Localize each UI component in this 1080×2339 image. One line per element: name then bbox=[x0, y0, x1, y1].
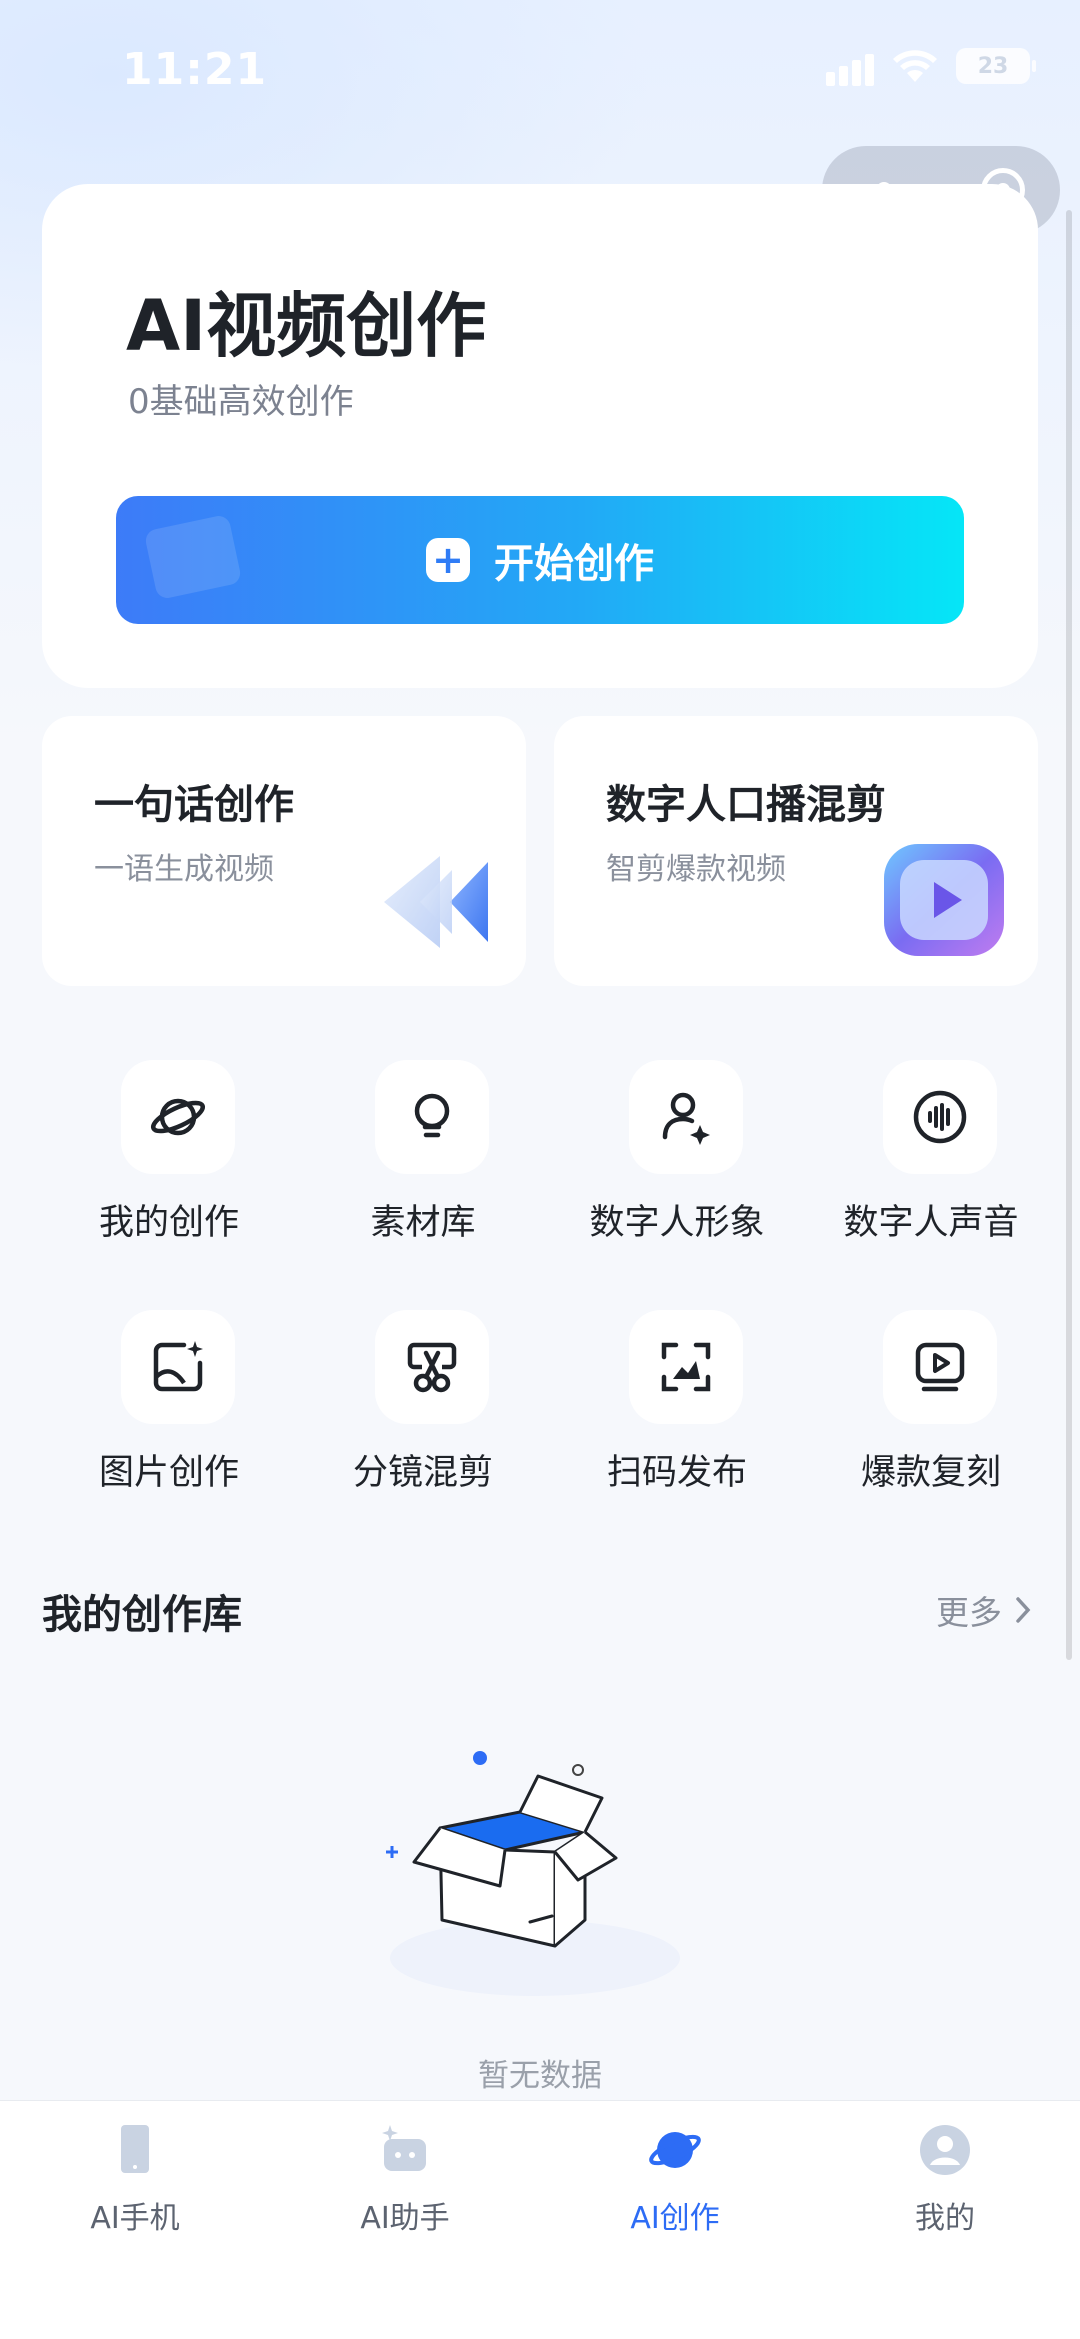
empty-state-text: 暂无数据 bbox=[478, 2058, 602, 2094]
grid-item-image-creation[interactable]: 图片创作 bbox=[42, 1310, 296, 1510]
more-link[interactable]: 更多 bbox=[936, 1586, 1032, 1634]
planet-icon bbox=[121, 1060, 235, 1174]
play-screen-icon bbox=[883, 1310, 997, 1424]
signal-icon bbox=[826, 46, 874, 86]
person-sparkle-icon bbox=[629, 1060, 743, 1174]
tab-label: AI助手 bbox=[360, 2201, 450, 2236]
feature-card-digital-human-mix[interactable]: 数字人口播混剪 智剪爆款视频 bbox=[554, 716, 1038, 986]
image-sparkle-icon bbox=[121, 1310, 235, 1424]
status-time: 11:21 bbox=[122, 44, 268, 95]
grid-item-my-creations[interactable]: 我的创作 bbox=[42, 1060, 296, 1260]
grid-item-digital-voice[interactable]: 数字人声音 bbox=[804, 1060, 1058, 1260]
video-camera-deco-icon bbox=[143, 513, 243, 601]
feature-title: 一句话创作 bbox=[94, 782, 294, 828]
status-bar: 11:21 23 bbox=[0, 0, 1080, 140]
tab-mine[interactable]: 我的 bbox=[810, 2119, 1080, 2239]
grid-item-label: 数字人声音 bbox=[843, 1203, 1019, 1243]
grid-item-label: 扫码发布 bbox=[606, 1453, 747, 1493]
creation-library-title: 我的创作库 bbox=[42, 1592, 242, 1638]
hero-subtitle: 0基础高效创作 bbox=[128, 382, 354, 422]
tab-ai-phone[interactable]: AI手机 bbox=[0, 2119, 270, 2239]
grid-item-label: 爆款复刻 bbox=[860, 1453, 1001, 1493]
feature-subtitle: 智剪爆款视频 bbox=[606, 852, 786, 887]
tab-ai-create[interactable]: AI创作 bbox=[540, 2119, 810, 2239]
bottom-tab-bar: AI手机 AI助手 AI创作 我的 bbox=[0, 2100, 1080, 2339]
chevron-right-icon bbox=[1016, 1597, 1031, 1623]
voice-wave-icon bbox=[883, 1060, 997, 1174]
grid-item-digital-avatar[interactable]: 数字人形象 bbox=[550, 1060, 804, 1260]
planet-icon bbox=[649, 2132, 701, 2168]
battery-level: 23 bbox=[977, 53, 1009, 79]
feature-subtitle: 一语生成视频 bbox=[94, 852, 274, 887]
grid-item-label: 图片创作 bbox=[98, 1453, 239, 1493]
tab-label: AI手机 bbox=[90, 2201, 180, 2236]
scissors-icon bbox=[375, 1310, 489, 1424]
tab-ai-assistant[interactable]: AI助手 bbox=[270, 2119, 540, 2239]
robot-icon bbox=[382, 2125, 426, 2171]
lightbulb-icon bbox=[375, 1060, 489, 1174]
hero-title: AI视频创作 bbox=[126, 285, 487, 367]
grid-item-label: 素材库 bbox=[370, 1203, 476, 1243]
empty-box-illustration bbox=[386, 1751, 680, 1996]
plus-icon: + bbox=[426, 538, 470, 582]
start-create-button[interactable]: + 开始创作 bbox=[116, 496, 964, 624]
grid-item-material-library[interactable]: 素材库 bbox=[296, 1060, 550, 1260]
scrollbar[interactable] bbox=[1066, 210, 1072, 1660]
grid-item-scan-publish[interactable]: 扫码发布 bbox=[550, 1310, 804, 1510]
feature-card-one-sentence[interactable]: 一句话创作 一语生成视频 bbox=[42, 716, 526, 986]
battery-icon: 23 bbox=[956, 48, 1036, 84]
grid-item-storyboard-mix[interactable]: 分镜混剪 bbox=[296, 1310, 550, 1510]
phone-icon bbox=[121, 2125, 149, 2173]
profile-icon bbox=[920, 2125, 970, 2175]
scan-icon bbox=[629, 1310, 743, 1424]
tab-label: AI创作 bbox=[630, 2201, 720, 2236]
grid-item-viral-replicate[interactable]: 爆款复刻 bbox=[804, 1310, 1058, 1510]
hero-card: AI视频创作 0基础高效创作 + 开始创作 bbox=[42, 184, 1038, 688]
grid-item-label: 分镜混剪 bbox=[352, 1453, 493, 1493]
wifi-icon bbox=[893, 50, 937, 82]
start-create-label: 开始创作 bbox=[494, 541, 654, 587]
play-button-3d-icon bbox=[884, 844, 1004, 956]
feature-title: 数字人口播混剪 bbox=[606, 782, 886, 828]
grid-item-label: 我的创作 bbox=[98, 1203, 239, 1243]
tab-label: 我的 bbox=[915, 2201, 975, 2236]
more-label: 更多 bbox=[936, 1593, 1002, 1632]
status-icons: 23 bbox=[826, 46, 1036, 86]
rewind-arrows-icon bbox=[384, 856, 488, 948]
grid-item-label: 数字人形象 bbox=[589, 1203, 765, 1243]
